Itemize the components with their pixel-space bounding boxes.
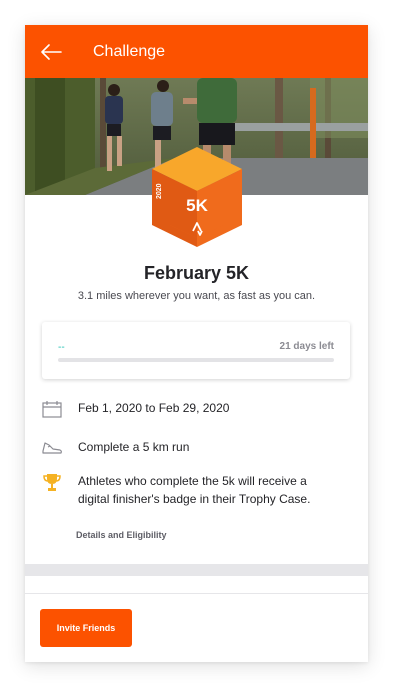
page-title: Challenge [93,42,166,60]
progress-value: -- [58,342,65,353]
challenge-goal: Complete a 5 km run [78,440,190,454]
days-left: 21 days left [279,341,334,352]
challenge-subtitle: 3.1 miles wherever you want, as fast as … [77,290,316,302]
challenge-title: February 5K [143,263,250,283]
trophy-icon [41,472,63,492]
progress-card: -- 21 days left [42,322,350,379]
info-row-goal: Complete a 5 km run [41,438,333,458]
info-row-dates: Feb 1, 2020 to Feb 29, 2020 [41,399,333,419]
progress-bar [58,358,334,362]
challenge-reward: Athletes who complete the 5k will receiv… [78,474,311,506]
calendar-icon [41,399,63,419]
badge-year: 2020 [156,183,163,199]
badge-distance: 5K [186,196,208,215]
phone-screen: Challenge 2020 5K February 5K 3.1 miles … [25,25,368,662]
challenge-dates: Feb 1, 2020 to Feb 29, 2020 [78,401,230,415]
back-button[interactable] [25,25,77,78]
section-divider [25,564,368,576]
app-bar: Challenge [25,25,368,78]
shoe-icon [41,438,63,458]
divider-line [25,593,368,594]
info-row-reward: Athletes who complete the 5k will receiv… [41,472,333,508]
challenge-badge: 2020 5K [152,147,242,247]
invite-friends-button[interactable]: Invite Friends [40,609,132,647]
details-eligibility-link[interactable]: Details and Eligibility [76,530,167,540]
arrow-left-icon [41,43,62,60]
